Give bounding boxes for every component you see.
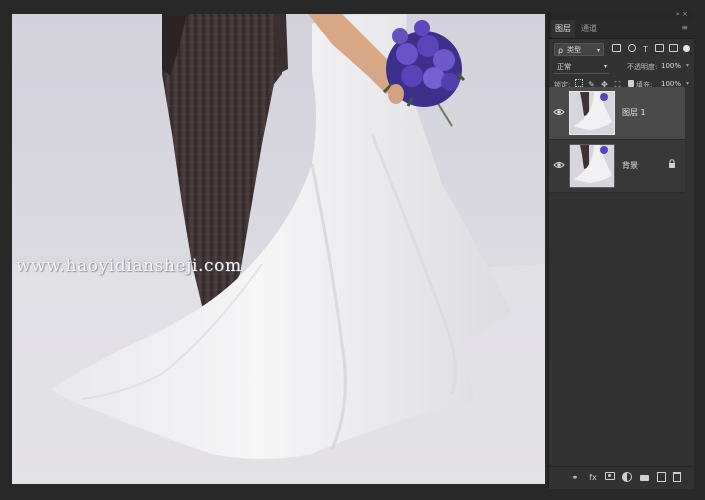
smart-object-filter-icon[interactable]	[668, 44, 679, 55]
filter-kind-value: 类型	[567, 46, 581, 54]
adjustment-filter-icon[interactable]	[626, 44, 637, 55]
layers-panel-footer: ⚭ fx	[549, 466, 694, 489]
chevron-down-icon: ▾	[596, 47, 600, 54]
blend-mode-value: 正常	[557, 63, 571, 71]
layer-name[interactable]: 背景	[622, 160, 638, 171]
chevron-down-icon[interactable]: ▾	[686, 62, 689, 69]
filter-toggle[interactable]	[683, 45, 690, 52]
layer-filter-row: ρ 类型 ▾ T	[549, 42, 694, 58]
link-layers-icon[interactable]: ⚭	[569, 472, 581, 484]
tab-layers[interactable]: 图层	[551, 20, 575, 38]
fx-icon[interactable]: fx	[587, 472, 599, 484]
layer-name[interactable]: 图层 1	[622, 107, 646, 118]
lock-icon[interactable]	[668, 159, 676, 169]
collapse-panel-icon[interactable]: » ×	[676, 10, 688, 18]
new-layer-icon[interactable]	[655, 472, 667, 484]
shape-filter-icon[interactable]	[654, 44, 665, 55]
chevron-down-icon: ▾	[603, 63, 607, 70]
visibility-eye-icon[interactable]	[553, 160, 565, 170]
blend-mode-select[interactable]: 正常 ▾	[554, 61, 609, 74]
layer-thumbnail	[569, 144, 615, 188]
search-icon: ρ	[558, 46, 564, 55]
filter-kind-select[interactable]: ρ 类型 ▾	[554, 43, 604, 56]
layer-row-layer-1[interactable]: 图层 1	[549, 87, 685, 140]
wedding-photo	[12, 14, 545, 484]
layer-row-background[interactable]: 背景	[549, 140, 685, 193]
panel-tabbar: 图层 通道 ≡	[549, 20, 694, 39]
layers-list: 图层 1 背景	[549, 86, 694, 470]
watermark-text: www.haoyidiansheji.com	[16, 256, 242, 276]
panel-menu-icon[interactable]: ≡	[681, 23, 688, 32]
image-filter-icon[interactable]	[611, 44, 622, 55]
new-group-icon[interactable]	[638, 472, 650, 484]
panel-header-strip: » ×	[549, 10, 694, 20]
blend-row: 正常 ▾ 不透明度: 100% ▾	[549, 60, 694, 75]
opacity-label: 不透明度:	[627, 63, 658, 71]
tab-channels[interactable]: 通道	[577, 20, 601, 38]
opacity-input[interactable]: 100%	[661, 62, 681, 70]
layer-thumbnail	[569, 91, 615, 135]
document-canvas[interactable]: www.haoyidiansheji.com	[12, 14, 545, 484]
layers-panel: » × 图层 通道 ≡ ρ 类型 ▾ T 正常 ▾ 不透明度: 100% ▾ 锁…	[548, 10, 694, 489]
adjustment-layer-icon[interactable]	[621, 472, 633, 484]
document-workspace: www.haoyidiansheji.com	[0, 0, 548, 500]
delete-layer-icon[interactable]	[671, 472, 683, 484]
add-mask-icon[interactable]	[604, 472, 616, 484]
visibility-eye-icon[interactable]	[553, 107, 565, 117]
type-filter-icon[interactable]: T	[640, 44, 651, 55]
